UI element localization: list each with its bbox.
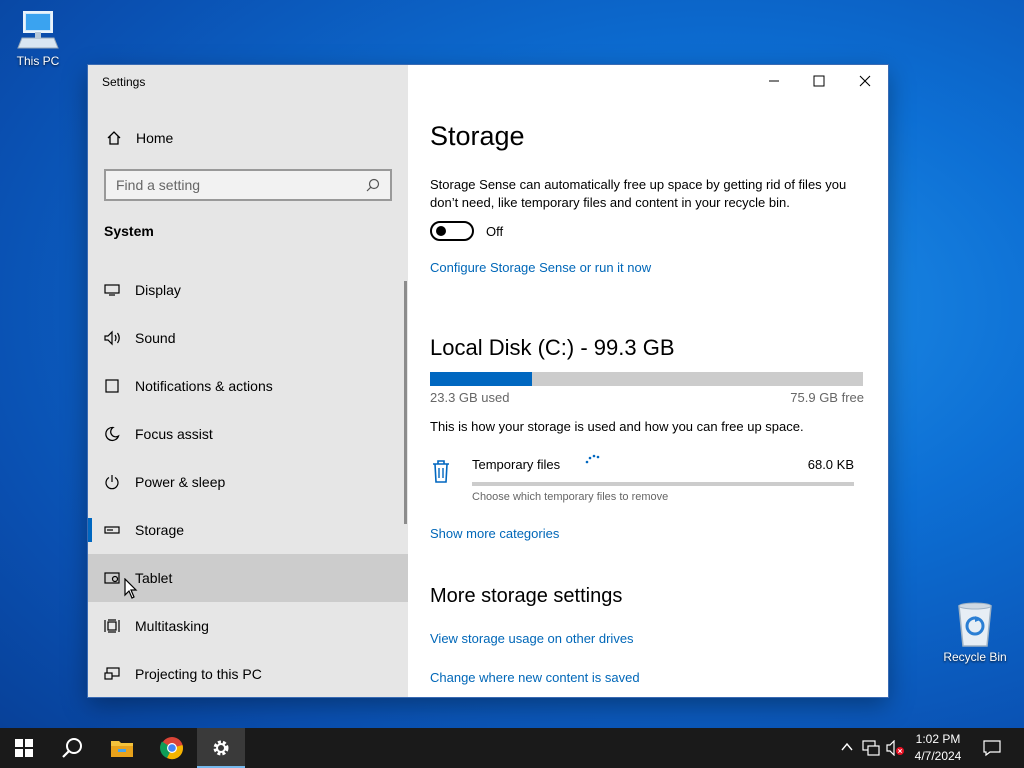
window-title: Settings [102,75,146,89]
maximize-icon [813,75,825,87]
desktop-icon-this-pc[interactable]: This PC [0,8,76,68]
storage-icon [104,526,120,534]
more-storage-settings-title: More storage settings [430,585,623,607]
desktop-icon-label: Recycle Bin [943,650,1007,664]
sidebar-scrollbar[interactable] [404,281,407,524]
computer-icon [17,11,59,49]
sidebar-item-label: Multitasking [135,618,209,634]
sidebar-item-label: Power & sleep [135,474,226,490]
mouse-cursor-icon [124,578,138,599]
sidebar-item-label: Tablet [135,570,173,586]
category-temporary-files[interactable]: Temporary files 68.0 KB Choose which tem… [430,454,854,505]
clock-time: 1:02 PM [915,732,961,746]
search-input[interactable]: Find a setting [104,169,392,201]
storage-sense-description: Storage Sense can automatically free up … [430,177,847,210]
taskbar-file-explorer[interactable] [98,728,146,768]
windows-start-icon [15,739,33,757]
home-label: Home [136,130,174,146]
search-icon [366,178,380,192]
sidebar-item-multitasking[interactable]: Multitasking [88,602,408,650]
show-more-categories-link[interactable]: Show more categories [430,526,559,541]
notifications-icon [105,379,119,393]
loading-spinner-icon [585,454,600,464]
storage-sense-toggle-row: Off [430,221,503,241]
minimize-button[interactable] [751,65,797,97]
used-label: 23.3 GB used [430,390,510,405]
clock-date: 4/7/2024 [914,749,962,763]
power-icon [105,475,119,490]
category-hint: Choose which temporary files to remove [472,491,669,503]
sidebar-item-label: Sound [135,330,176,346]
configure-storage-sense-link[interactable]: Configure Storage Sense or run it now [430,260,651,275]
recycle-bin-icon [958,602,992,647]
close-button[interactable] [842,65,888,97]
file-explorer-icon [111,741,133,757]
sidebar: Settings Home Find a setting System Disp… [88,65,408,697]
sidebar-item-display[interactable]: Display [88,266,408,314]
sidebar-item-storage[interactable]: Storage [88,506,408,554]
desktop-icon-label: This PC [16,54,60,68]
sidebar-nav: Display Sound Notifications & actions Fo… [88,266,408,697]
projecting-icon [104,667,120,680]
chrome-icon [160,737,183,760]
storage-sense-toggle[interactable] [430,221,474,241]
desktop-icon-recycle-bin[interactable]: Recycle Bin [937,600,1013,664]
maximize-button[interactable] [796,65,842,97]
taskbar-settings[interactable] [197,728,245,768]
sidebar-item-label: Notifications & actions [135,378,273,394]
search-placeholder: Find a setting [116,177,201,193]
sidebar-item-label: Display [135,282,181,298]
taskbar-search-button[interactable] [48,728,96,768]
sidebar-home[interactable]: Home [88,122,408,154]
sidebar-item-notifications[interactable]: Notifications & actions [88,362,408,410]
tablet-icon [104,572,120,584]
volume-muted-icon[interactable] [886,740,906,756]
close-icon [859,75,871,87]
action-center-icon[interactable] [983,739,1001,757]
sidebar-item-label: Focus assist [135,426,213,442]
network-icon[interactable] [862,740,880,756]
settings-gear-icon [213,740,229,756]
chevron-up-icon[interactable] [840,740,854,754]
category-size: 68.0 KB [807,457,854,472]
disk-usage-bar [430,372,863,386]
system-clock[interactable]: 1:02 PM 4/7/2024 [904,731,972,765]
sidebar-item-power-sleep[interactable]: Power & sleep [88,458,408,506]
disk-usage-bar-fill [430,372,532,386]
trash-icon [433,460,449,483]
display-icon [104,284,120,296]
minimize-icon [769,80,779,82]
change-new-content-location-link[interactable]: Change where new content is saved [430,670,640,685]
sidebar-item-sound[interactable]: Sound [88,314,408,362]
settings-window: Settings Home Find a setting System Disp… [88,65,888,697]
start-button[interactable] [0,728,48,768]
toggle-state-label: Off [486,223,504,239]
usage-explanation: This is how your storage is used and how… [430,419,804,434]
sidebar-item-focus-assist[interactable]: Focus assist [88,410,408,458]
disk-title: Local Disk (C:) - 99.3 GB [430,335,675,360]
free-label: 75.9 GB free [790,390,864,405]
sidebar-item-label: Projecting to this PC [135,666,262,682]
sidebar-item-projecting[interactable]: Projecting to this PC [88,650,408,697]
multitasking-icon [104,619,120,633]
page-title: Storage [430,121,525,151]
category-label: Temporary files [472,457,561,472]
sidebar-item-label: Storage [135,522,185,538]
home-icon [107,131,121,145]
search-icon [62,738,82,758]
sound-icon [104,330,120,346]
taskbar-chrome[interactable] [148,728,196,768]
moon-icon [105,426,120,442]
section-label-system: System [104,223,154,239]
category-usage-bar [472,482,854,486]
taskbar: 1:02 PM 4/7/2024 [0,728,1024,768]
view-storage-other-drives-link[interactable]: View storage usage on other drives [430,631,634,646]
